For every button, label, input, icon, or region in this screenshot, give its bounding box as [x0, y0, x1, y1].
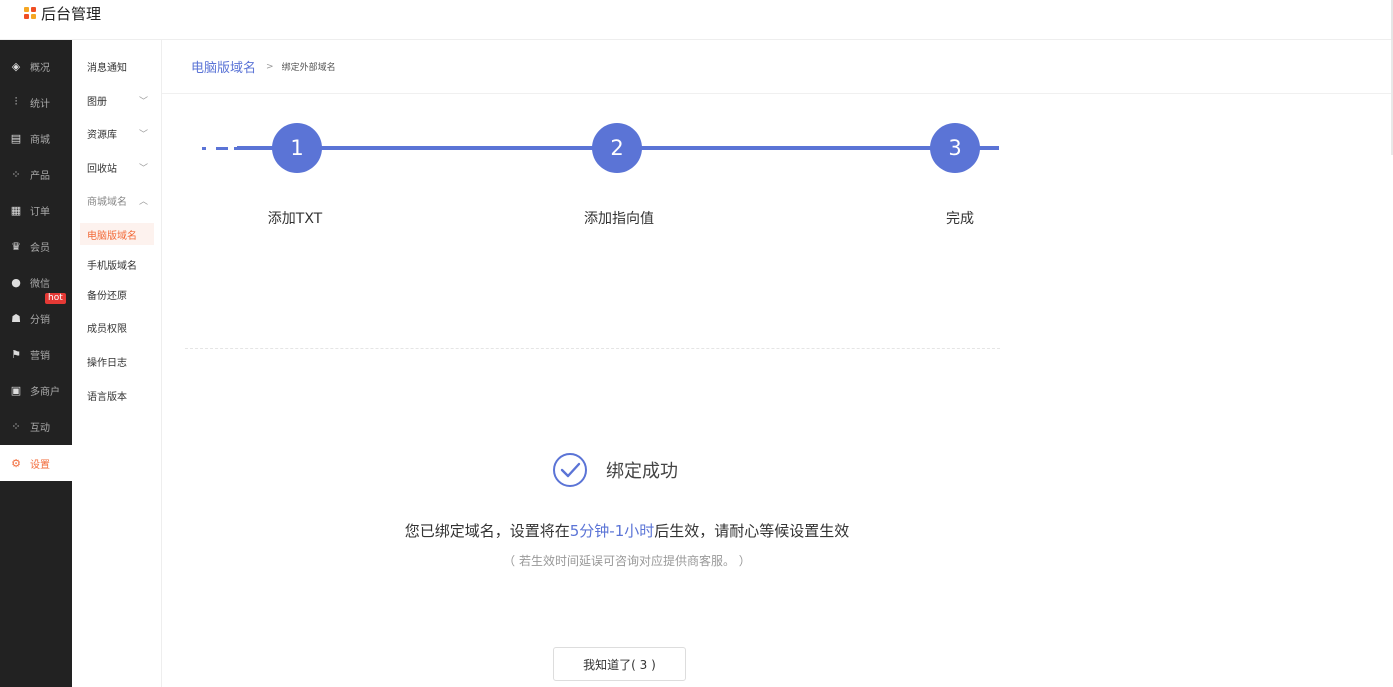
breadcrumb: 电脑版域名 > 绑定外部域名 [162, 40, 1393, 94]
message-text-after: 后生效，请耐心等候设置生效 [654, 522, 850, 540]
sidebar-item-label: 分销 [30, 314, 50, 326]
step-3-circle: 3 [930, 123, 980, 173]
breadcrumb-separator: > [266, 61, 274, 72]
sidebar-item-label: 营销 [30, 350, 50, 362]
grid-icon: ⁘ [11, 167, 21, 181]
main-sidebar: ◈ 概况 ⫶ 统计 ▤ 商城 ⁘ 产品 ▦ 订单 ♛ 会员 ● 微信 ☗ 分销 … [0, 40, 72, 687]
subnav-item-label: 语言版本 [87, 391, 127, 403]
subnav-item-resources[interactable]: 资源库 ﹀ [80, 122, 154, 144]
step-3-label: 完成 [946, 211, 974, 227]
subnav-item-label: 图册 [87, 96, 107, 108]
step-1-circle: 1 [272, 123, 322, 173]
hot-badge: hot [45, 293, 66, 304]
sidebar-item-store[interactable]: ▤ 商城 [0, 120, 72, 156]
flag-icon: ⚑ [11, 347, 21, 361]
app-title: 后台管理 [41, 4, 102, 23]
acknowledge-button[interactable]: 我知道了( 3 ) [553, 647, 686, 681]
sidebar-item-label: 微信 [30, 278, 50, 290]
success-message: 您已绑定域名，设置将在5分钟-1小时后生效，请耐心等候设置生效 [0, 520, 1254, 541]
subnav-item-language[interactable]: 语言版本 [80, 384, 154, 406]
chevron-up-icon: ︿ [138, 196, 148, 207]
sidebar-item-label: 产品 [30, 170, 50, 182]
subnav-item-label: 回收站 [87, 163, 117, 175]
subnav-item-store-domain[interactable]: 商城域名 ︿ [80, 189, 154, 211]
step-1-label: 添加TXT [267, 211, 323, 227]
sidebar-item-products[interactable]: ⁘ 产品 [0, 156, 72, 192]
sidebar-item-label: 订单 [30, 206, 50, 218]
sidebar-item-label: 统计 [30, 98, 50, 110]
subnav-item-notifications[interactable]: 消息通知 [80, 55, 154, 77]
success-header: 绑定成功 [552, 452, 678, 488]
step-progress: 1 2 3 添加TXT 添加指向值 完成 [162, 94, 1393, 254]
subnav-item-label: 操作日志 [87, 357, 127, 369]
breadcrumb-link-pc-domain[interactable]: 电脑版域名 [191, 57, 256, 76]
subnav-item-label: 消息通知 [87, 62, 127, 74]
sidebar-item-label: 互动 [30, 422, 50, 434]
message-text-before: 您已绑定域名，设置将在 [404, 522, 570, 540]
success-title: 绑定成功 [606, 461, 678, 482]
store-icon: ▤ [10, 131, 22, 145]
step-2-circle: 2 [592, 123, 642, 173]
subnav-item-pc-domain[interactable]: 电脑版域名 [80, 223, 154, 245]
subnav-item-label: 电脑版域名 [87, 230, 137, 242]
order-icon: ▦ [10, 203, 22, 217]
sidebar-item-label: 设置 [30, 459, 50, 471]
app-logo[interactable]: 后台管理 [24, 4, 102, 23]
message-highlight-duration: 5分钟-1小时 [569, 522, 655, 540]
subnav-item-logs[interactable]: 操作日志 [80, 350, 154, 372]
subnav-item-permissions[interactable]: 成员权限 [80, 316, 154, 338]
subnav-item-backup[interactable]: 备份还原 [80, 283, 154, 305]
sidebar-item-marketing[interactable]: ⚑ 营销 [0, 336, 72, 372]
support-note: （ 若生效时间延误可咨询对应提供商客服。 ） [503, 554, 751, 568]
sidebar-item-settings[interactable]: ⚙ 设置 [0, 445, 72, 481]
logo-icon [24, 7, 36, 19]
sidebar-item-interaction[interactable]: ⁘ 互动 [0, 408, 72, 444]
step-2-label: 添加指向值 [584, 211, 654, 227]
sidebar-item-label: 会员 [30, 242, 50, 254]
wechat-icon: ● [11, 275, 21, 289]
sidebar-item-overview[interactable]: ◈ 概况 [0, 48, 72, 84]
check-circle-icon [553, 453, 587, 487]
chevron-down-icon: ﹀ [138, 96, 148, 107]
subnav-item-label: 备份还原 [87, 290, 127, 302]
sidebar-item-label: 商城 [30, 134, 50, 146]
layers-icon: ◈ [11, 59, 21, 73]
subnav-item-album[interactable]: 图册 ﹀ [80, 89, 154, 111]
subnav-item-recycle-bin[interactable]: 回收站 ﹀ [80, 156, 154, 178]
subnav-item-label: 资源库 [87, 129, 117, 141]
subnav-item-label: 成员权限 [87, 323, 127, 335]
crown-icon: ♛ [11, 239, 21, 253]
dashed-lead-line [202, 147, 242, 150]
merchant-icon: ▣ [10, 383, 22, 397]
gear-icon: ⚙ [11, 456, 21, 470]
users-icon: ☗ [11, 311, 21, 325]
chevron-down-icon: ﹀ [138, 163, 148, 174]
sidebar-item-label: 多商户 [30, 386, 60, 398]
interact-icon: ⁘ [11, 419, 21, 433]
breadcrumb-current: 绑定外部域名 [281, 63, 336, 73]
chart-icon: ⫶ [14, 95, 18, 108]
sidebar-item-stats[interactable]: ⫶ 统计 [0, 84, 72, 120]
sub-sidebar: 消息通知 图册 ﹀ 资源库 ﹀ 回收站 ﹀ 商城域名 ︿ 电脑版域名 手机版域名… [72, 40, 162, 687]
sidebar-item-members[interactable]: ♛ 会员 [0, 228, 72, 264]
subnav-item-label: 商城域名 [87, 196, 127, 208]
top-bar: 后台管理 [0, 0, 1393, 40]
chevron-down-icon: ﹀ [138, 129, 148, 140]
sidebar-item-orders[interactable]: ▦ 订单 [0, 192, 72, 228]
subnav-item-label: 手机版域名 [87, 260, 137, 272]
sidebar-item-multi-merchant[interactable]: ▣ 多商户 [0, 372, 72, 408]
sidebar-item-label: 概况 [30, 62, 50, 74]
section-divider [185, 348, 1000, 349]
subnav-item-mobile-domain[interactable]: 手机版域名 [80, 253, 154, 275]
sidebar-item-distribution[interactable]: ☗ 分销 [0, 300, 72, 336]
